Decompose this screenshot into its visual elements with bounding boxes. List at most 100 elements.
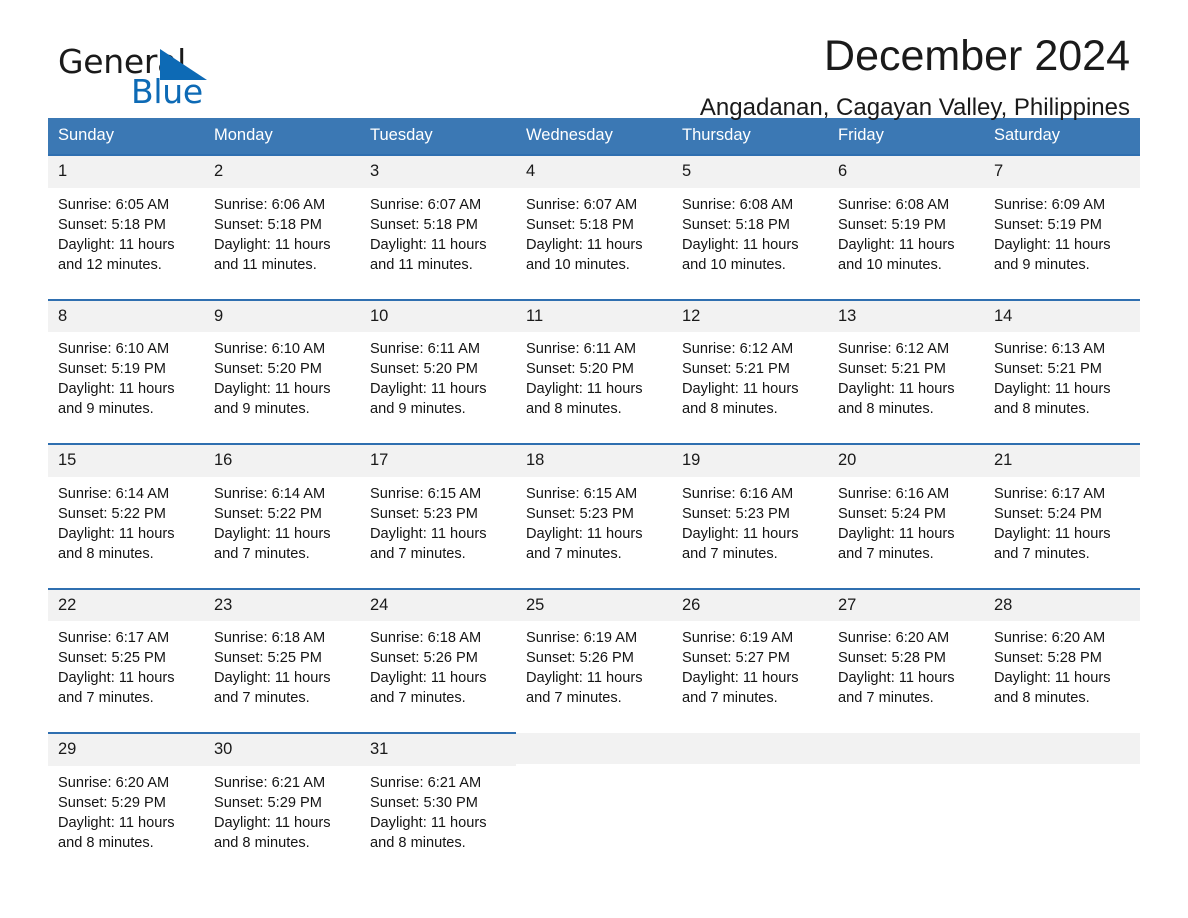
day-number: 24 xyxy=(360,589,516,621)
day-cell[interactable]: 5 Sunrise: 6:08 AM Sunset: 5:18 PM Dayli… xyxy=(672,154,828,285)
sunset-text: Sunset: 5:23 PM xyxy=(526,505,634,522)
daylight-text-line2: and 9 minutes. xyxy=(994,256,1090,273)
day-cell[interactable]: 24 Sunrise: 6:18 AM Sunset: 5:26 PM Dayl… xyxy=(360,587,516,718)
daylight-text-line1: Daylight: 11 hours xyxy=(526,525,643,542)
sunrise-text: Sunrise: 6:08 AM xyxy=(682,196,794,213)
day-cell[interactable]: 6 Sunrise: 6:08 AM Sunset: 5:19 PM Dayli… xyxy=(828,154,984,285)
day-info: Sunrise: 6:08 AM Sunset: 5:18 PM Dayligh… xyxy=(672,188,828,285)
day-cell[interactable]: 4 Sunrise: 6:07 AM Sunset: 5:18 PM Dayli… xyxy=(516,154,672,285)
daylight-text-line1: Daylight: 11 hours xyxy=(838,670,955,686)
day-cell[interactable]: 14 Sunrise: 6:13 AM Sunset: 5:21 PM Dayl… xyxy=(984,298,1140,429)
day-cell[interactable]: 21 Sunrise: 6:17 AM Sunset: 5:24 PM Dayl… xyxy=(984,443,1140,574)
sunset-text: Sunset: 5:24 PM xyxy=(994,505,1102,522)
day-cell[interactable]: 25 Sunrise: 6:19 AM Sunset: 5:26 PM Dayl… xyxy=(516,587,672,718)
sunrise-text: Sunrise: 6:20 AM xyxy=(994,630,1106,646)
day-cell[interactable]: 27 Sunrise: 6:20 AM Sunset: 5:28 PM Dayl… xyxy=(828,587,984,718)
sunset-text: Sunset: 5:30 PM xyxy=(370,794,478,811)
sunset-text: Sunset: 5:20 PM xyxy=(370,361,478,377)
logo-text-blue: Blue xyxy=(131,72,203,111)
day-info: Sunrise: 6:10 AM Sunset: 5:19 PM Dayligh… xyxy=(48,332,204,429)
daylight-text-line2: and 8 minutes. xyxy=(838,401,934,417)
day-cell[interactable]: 23 Sunrise: 6:18 AM Sunset: 5:25 PM Dayl… xyxy=(204,587,360,718)
day-number: 28 xyxy=(984,589,1140,621)
day-cell[interactable]: 8 Sunrise: 6:10 AM Sunset: 5:19 PM Dayli… xyxy=(48,298,204,429)
daylight-text-line2: and 7 minutes. xyxy=(526,545,622,562)
day-info: Sunrise: 6:21 AM Sunset: 5:30 PM Dayligh… xyxy=(360,766,516,863)
day-cell[interactable]: 9 Sunrise: 6:10 AM Sunset: 5:20 PM Dayli… xyxy=(204,298,360,429)
day-number: 31 xyxy=(360,734,516,766)
day-cell[interactable]: 16 Sunrise: 6:14 AM Sunset: 5:22 PM Dayl… xyxy=(204,443,360,574)
daylight-text-line1: Daylight: 11 hours xyxy=(370,670,487,686)
sunset-text: Sunset: 5:26 PM xyxy=(526,650,634,666)
day-cell[interactable]: 31 Sunrise: 6:21 AM Sunset: 5:30 PM Dayl… xyxy=(360,732,516,863)
daylight-text-line1: Daylight: 11 hours xyxy=(370,525,487,542)
calendar-page: General Blue December 2024 Angadanan, Ca… xyxy=(0,0,1188,918)
day-cell[interactable]: 1 Sunrise: 6:05 AM Sunset: 5:18 PM Dayli… xyxy=(48,154,204,285)
daylight-text-line1: Daylight: 11 hours xyxy=(58,814,175,831)
day-cell[interactable]: 18 Sunrise: 6:15 AM Sunset: 5:23 PM Dayl… xyxy=(516,443,672,574)
sunrise-text: Sunrise: 6:15 AM xyxy=(370,485,482,502)
week-spacer xyxy=(48,429,1140,444)
sunrise-text: Sunrise: 6:09 AM xyxy=(994,196,1106,213)
daylight-text-line2: and 7 minutes. xyxy=(214,545,310,562)
daylight-text-line2: and 9 minutes. xyxy=(58,401,154,417)
sunset-text: Sunset: 5:27 PM xyxy=(682,650,790,666)
day-cell[interactable]: 12 Sunrise: 6:12 AM Sunset: 5:21 PM Dayl… xyxy=(672,298,828,429)
day-cell[interactable]: 13 Sunrise: 6:12 AM Sunset: 5:21 PM Dayl… xyxy=(828,298,984,429)
daylight-text-line1: Daylight: 11 hours xyxy=(58,525,175,542)
generalblue-logo[interactable]: General Blue xyxy=(58,42,338,114)
day-number: 26 xyxy=(672,589,828,621)
day-info: Sunrise: 6:19 AM Sunset: 5:26 PM Dayligh… xyxy=(516,621,672,718)
day-info: Sunrise: 6:20 AM Sunset: 5:28 PM Dayligh… xyxy=(984,621,1140,718)
day-info: Sunrise: 6:14 AM Sunset: 5:22 PM Dayligh… xyxy=(204,477,360,574)
daylight-text-line2: and 12 minutes. xyxy=(58,256,162,273)
day-cell[interactable]: 15 Sunrise: 6:14 AM Sunset: 5:22 PM Dayl… xyxy=(48,443,204,574)
day-cell[interactable]: 19 Sunrise: 6:16 AM Sunset: 5:23 PM Dayl… xyxy=(672,443,828,574)
daylight-text-line1: Daylight: 11 hours xyxy=(682,670,799,686)
daylight-text-line2: and 9 minutes. xyxy=(370,401,466,417)
calendar-week-row: 15 Sunrise: 6:14 AM Sunset: 5:22 PM Dayl… xyxy=(48,443,1140,574)
sunrise-text: Sunrise: 6:07 AM xyxy=(526,196,638,213)
daylight-text-line1: Daylight: 11 hours xyxy=(526,670,643,686)
day-cell[interactable]: 11 Sunrise: 6:11 AM Sunset: 5:20 PM Dayl… xyxy=(516,298,672,429)
daylight-text-line1: Daylight: 11 hours xyxy=(994,381,1111,397)
weekday-header-sunday: Sunday xyxy=(48,118,204,155)
daylight-text-line2: and 8 minutes. xyxy=(682,401,778,417)
day-info: Sunrise: 6:17 AM Sunset: 5:25 PM Dayligh… xyxy=(48,621,204,718)
day-cell[interactable]: 3 Sunrise: 6:07 AM Sunset: 5:18 PM Dayli… xyxy=(360,154,516,285)
daylight-text-line1: Daylight: 11 hours xyxy=(58,381,175,397)
daylight-text-line2: and 8 minutes. xyxy=(58,834,154,851)
day-number: 16 xyxy=(204,445,360,477)
day-number: 23 xyxy=(204,589,360,621)
page-header: General Blue December 2024 Angadanan, Ca… xyxy=(48,0,1140,121)
sunset-text: Sunset: 5:23 PM xyxy=(682,505,790,522)
day-cell[interactable]: 30 Sunrise: 6:21 AM Sunset: 5:29 PM Dayl… xyxy=(204,732,360,863)
day-cell[interactable]: 10 Sunrise: 6:11 AM Sunset: 5:20 PM Dayl… xyxy=(360,298,516,429)
sunrise-text: Sunrise: 6:10 AM xyxy=(58,341,170,357)
day-number-empty xyxy=(828,733,984,764)
day-cell[interactable]: 26 Sunrise: 6:19 AM Sunset: 5:27 PM Dayl… xyxy=(672,587,828,718)
sunset-text: Sunset: 5:18 PM xyxy=(682,216,790,233)
sunset-text: Sunset: 5:21 PM xyxy=(994,361,1102,377)
daylight-text-line2: and 11 minutes. xyxy=(214,256,317,273)
sunset-text: Sunset: 5:29 PM xyxy=(58,794,166,811)
weekday-header-monday: Monday xyxy=(204,118,360,155)
sunset-text: Sunset: 5:29 PM xyxy=(214,794,322,811)
day-cell[interactable]: 20 Sunrise: 6:16 AM Sunset: 5:24 PM Dayl… xyxy=(828,443,984,574)
day-cell-empty xyxy=(984,733,1140,863)
sunrise-sunset-calendar: Sunday Monday Tuesday Wednesday Thursday… xyxy=(48,118,1140,863)
daylight-text-line2: and 11 minutes. xyxy=(370,256,473,273)
day-number: 8 xyxy=(48,300,204,332)
day-number: 15 xyxy=(48,445,204,477)
sunrise-text: Sunrise: 6:21 AM xyxy=(370,774,482,791)
day-info: Sunrise: 6:11 AM Sunset: 5:20 PM Dayligh… xyxy=(516,332,672,429)
day-cell[interactable]: 2 Sunrise: 6:06 AM Sunset: 5:18 PM Dayli… xyxy=(204,154,360,285)
day-cell[interactable]: 17 Sunrise: 6:15 AM Sunset: 5:23 PM Dayl… xyxy=(360,443,516,574)
sunrise-text: Sunrise: 6:19 AM xyxy=(526,630,638,646)
day-cell[interactable]: 29 Sunrise: 6:20 AM Sunset: 5:29 PM Dayl… xyxy=(48,732,204,863)
day-cell[interactable]: 28 Sunrise: 6:20 AM Sunset: 5:28 PM Dayl… xyxy=(984,587,1140,718)
day-cell[interactable]: 22 Sunrise: 6:17 AM Sunset: 5:25 PM Dayl… xyxy=(48,587,204,718)
day-number: 18 xyxy=(516,445,672,477)
sunset-text: Sunset: 5:24 PM xyxy=(838,505,946,522)
day-cell[interactable]: 7 Sunrise: 6:09 AM Sunset: 5:19 PM Dayli… xyxy=(984,154,1140,285)
